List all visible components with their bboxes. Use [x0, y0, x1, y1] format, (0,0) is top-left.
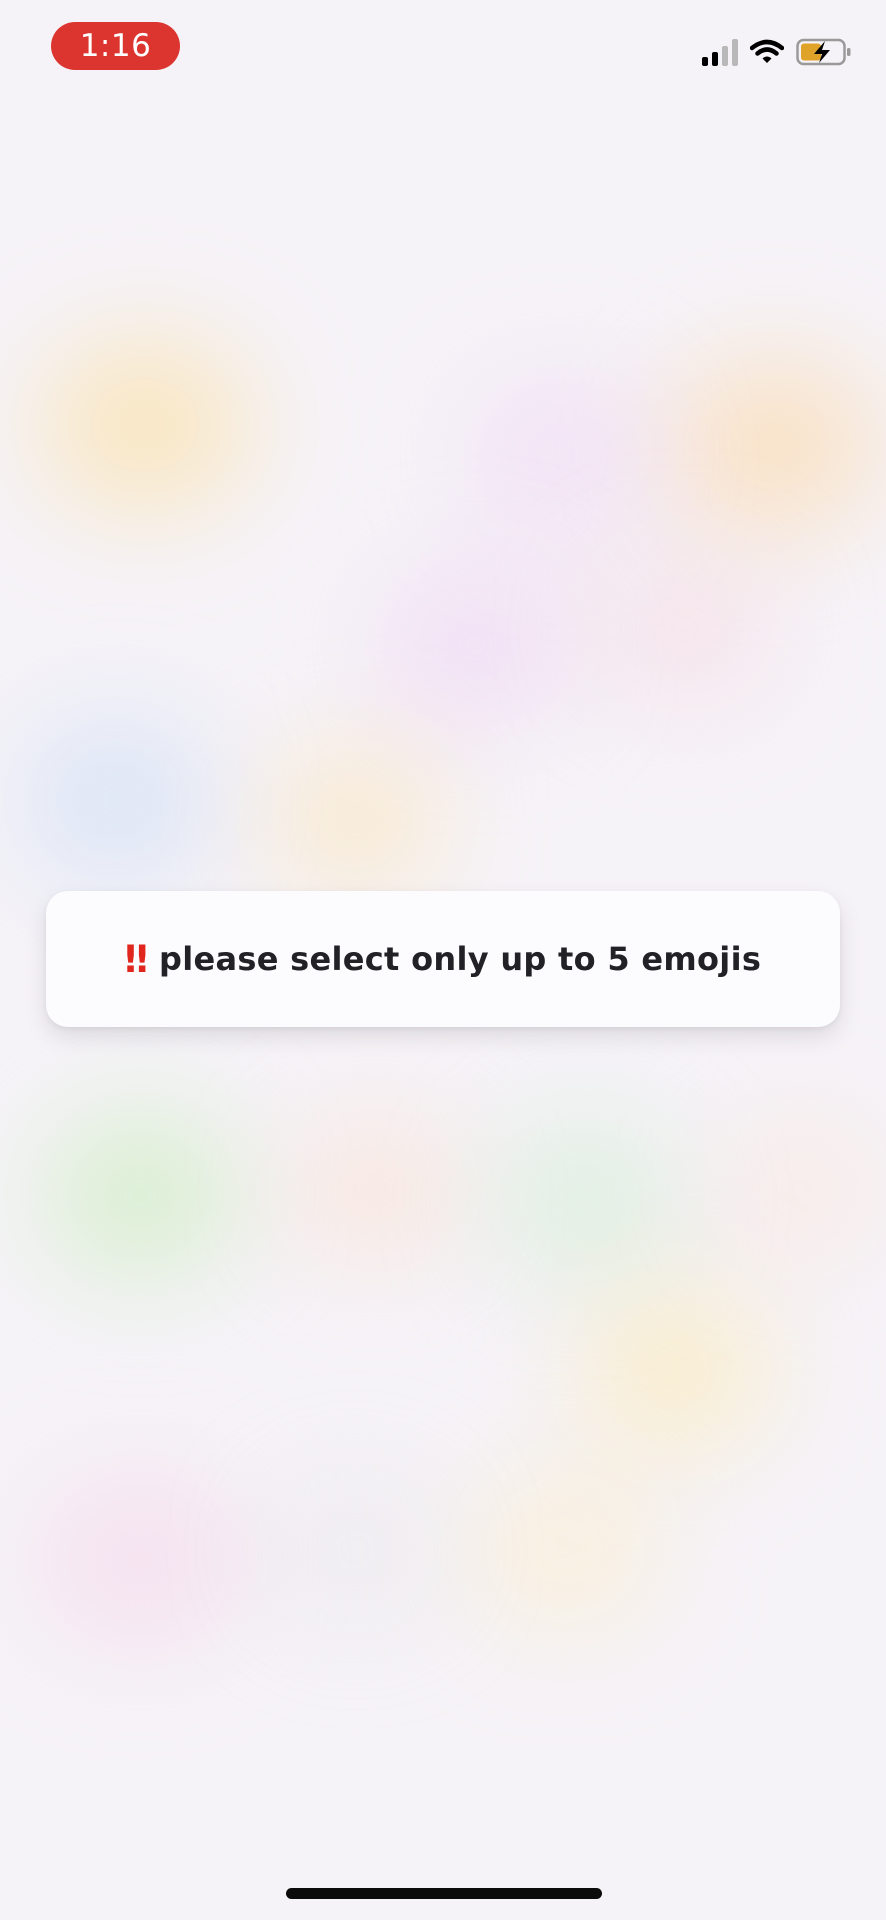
- time-pill[interactable]: 1:16: [51, 22, 180, 70]
- double-exclamation-icon: ‼: [124, 937, 148, 981]
- blur-blob: [470, 1470, 660, 1630]
- wifi-icon: [750, 39, 784, 63]
- battery-charging-icon: [796, 38, 851, 66]
- status-bar: 1:16: [0, 0, 886, 95]
- blur-blob: [40, 340, 250, 510]
- blur-blob: [290, 1120, 460, 1260]
- blur-blob: [490, 1120, 680, 1280]
- blur-blob: [270, 750, 440, 890]
- blur-blob: [470, 380, 650, 530]
- status-time: 1:16: [79, 28, 152, 64]
- blur-blob: [670, 360, 880, 530]
- blur-blob: [40, 1480, 240, 1640]
- home-indicator[interactable]: [286, 1888, 602, 1899]
- signal-icon: [702, 38, 738, 66]
- blur-blob: [720, 1120, 880, 1260]
- toast-message: please select only up to 5 emojis: [159, 940, 762, 978]
- blur-blob: [380, 570, 570, 720]
- blur-blob: [20, 720, 210, 880]
- status-icons: [702, 38, 852, 66]
- blur-blob: [40, 1110, 240, 1280]
- error-toast: ‼ please select only up to 5 emojis: [46, 891, 840, 1027]
- blur-blob: [600, 560, 770, 700]
- blur-blob: [270, 1480, 440, 1620]
- blur-blob: [580, 1290, 770, 1450]
